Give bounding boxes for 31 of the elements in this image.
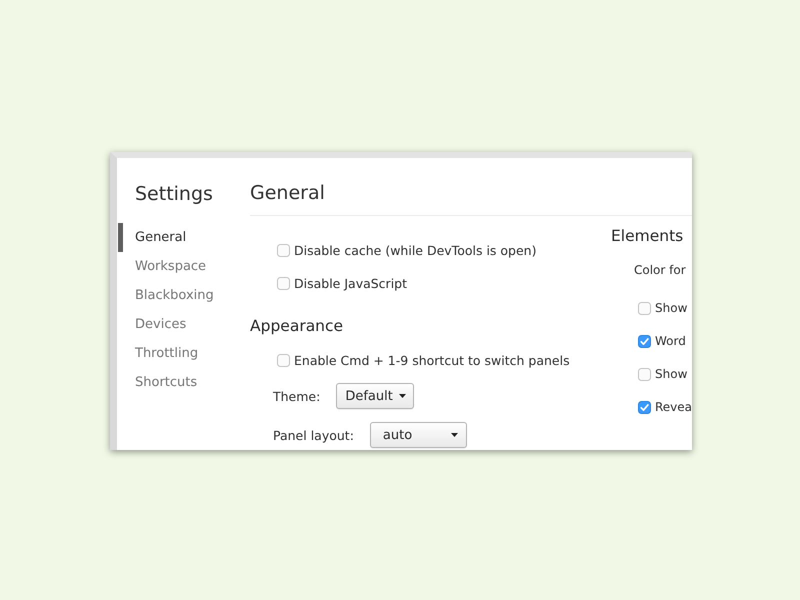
checkbox[interactable] — [277, 276, 290, 290]
dropdown[interactable]: auto — [370, 422, 467, 448]
field-label: Theme: — [273, 388, 320, 404]
settings-title: Settings — [135, 182, 213, 206]
checkbox[interactable] — [277, 354, 290, 366]
checkbox[interactable] — [638, 368, 651, 380]
checkbox-label: Revea — [655, 400, 692, 414]
checkbox[interactable] — [638, 302, 651, 314]
section-heading: Elements — [611, 226, 684, 246]
section-heading: Appearance — [250, 316, 344, 336]
sidebar-item[interactable]: Workspace — [118, 252, 216, 281]
checkbox[interactable] — [638, 400, 651, 414]
checkbox-label: Show — [655, 367, 688, 381]
checkbox-label: Disable JavaScript — [294, 276, 408, 290]
checkbox-label: Show — [655, 301, 688, 315]
checkbox-label: Word — [655, 334, 686, 348]
sidebar-item[interactable]: Blackboxing — [118, 281, 224, 310]
field-label: Color for — [634, 263, 686, 277]
checkbox-label: Disable cache (while DevTools is open) — [294, 242, 536, 258]
caret-icon — [450, 433, 458, 437]
checkbox[interactable] — [638, 334, 651, 348]
checkbox[interactable] — [277, 244, 290, 256]
field-label: Panel layout: — [273, 428, 354, 442]
dropdown[interactable]: Default — [336, 383, 414, 409]
caret-icon — [398, 394, 406, 398]
sidebar-item[interactable]: General — [118, 223, 196, 252]
page-title: General — [250, 181, 325, 205]
sidebar-item[interactable]: Shortcuts — [118, 368, 208, 397]
checkbox-label: Enable Cmd + 1-9 shortcut to switch panels — [294, 352, 570, 368]
sidebar-item[interactable]: Devices — [118, 310, 196, 339]
sidebar-item[interactable]: Throttling — [118, 339, 208, 368]
